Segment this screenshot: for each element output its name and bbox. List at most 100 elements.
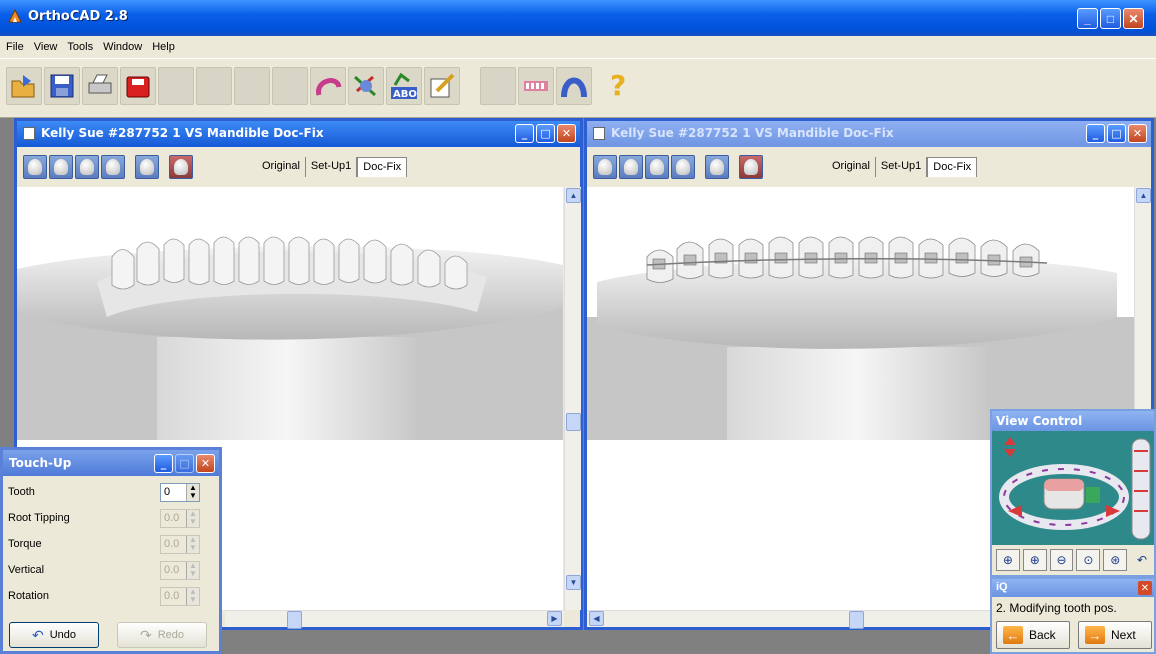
touchup-titlebar[interactable]: Touch-Up _ □ ✕ (3, 450, 219, 476)
left-close-button[interactable]: ✕ (557, 124, 576, 143)
torque-spinner[interactable]: ▲ ▼ (186, 536, 199, 553)
print-button[interactable] (82, 67, 118, 105)
right-tab-docfix[interactable]: Doc-Fix (927, 157, 978, 177)
zoom-fit-icon[interactable]: ⊙ (1076, 549, 1101, 571)
redo-button[interactable]: ↷ Redo (117, 622, 207, 648)
left-window-controls: _ □ ✕ (515, 124, 576, 143)
undo-button[interactable]: ↶ Undo (9, 622, 99, 648)
arch-tool-button[interactable] (310, 67, 346, 105)
scroll-up-arrow-icon[interactable]: ▲ (1136, 188, 1151, 203)
vertical-row: Vertical 0.0 ▲ ▼ (8, 560, 208, 582)
main-toolbar: ABO ? (0, 58, 1156, 118)
undo-view-icon[interactable]: ↶ (1130, 549, 1154, 571)
right-view-side-button[interactable] (671, 155, 695, 179)
scroll-up-arrow-icon[interactable]: ▲ (566, 188, 581, 203)
brackets-button[interactable] (518, 67, 554, 105)
right-window-title: Kelly Sue #287752 1 VS Mandible Doc-Fix (611, 126, 894, 140)
left-view-single-button[interactable] (135, 155, 159, 179)
left-view-toolbar: Original Set-Up1 Doc-Fix (17, 147, 580, 187)
scroll-right-arrow-icon[interactable]: ▶ (547, 611, 562, 626)
open-folder-icon (11, 75, 35, 98)
torque-label: Torque (8, 538, 42, 550)
iq-close-icon[interactable]: ✕ (1138, 581, 1152, 595)
menu-tools[interactable]: Tools (67, 41, 93, 53)
h-scroll-thumb[interactable] (849, 611, 864, 629)
open-button[interactable] (6, 67, 42, 105)
left-tab-docfix[interactable]: Doc-Fix (357, 157, 408, 177)
notes-button[interactable] (424, 67, 460, 105)
disabled-tool-4[interactable] (272, 67, 308, 105)
save-button[interactable] (44, 67, 80, 105)
scroll-thumb[interactable] (566, 413, 581, 431)
disabled-tool-3[interactable] (234, 67, 270, 105)
left-view-occlusal-button[interactable] (49, 155, 73, 179)
document-icon (593, 127, 605, 140)
floppy-disk-icon (50, 74, 74, 98)
right-view-layers-button[interactable] (739, 155, 763, 179)
right-tab-setup1[interactable]: Set-Up1 (876, 157, 928, 177)
right-window-titlebar[interactable]: Kelly Sue #287752 1 VS Mandible Doc-Fix … (587, 121, 1151, 147)
app-title: OrthoCAD 2.8 (28, 9, 128, 24)
menu-view[interactable]: View (34, 41, 58, 53)
left-horizontal-scrollbar[interactable]: ▶ (225, 610, 564, 629)
view-control-title[interactable]: View Control (992, 411, 1154, 431)
svg-text:ABO: ABO (393, 89, 417, 100)
right-close-button[interactable]: ✕ (1128, 124, 1147, 143)
zoom-in-icon[interactable]: ⊕ (1022, 549, 1047, 571)
next-button[interactable]: → Next (1078, 621, 1152, 649)
left-window-titlebar[interactable]: Kelly Sue #287752 1 VS Mandible Doc-Fix … (17, 121, 580, 147)
rotation-dial-icon[interactable] (992, 431, 1154, 547)
touchup-close-button[interactable]: ✕ (196, 454, 215, 473)
root-tipping-spinner[interactable]: ▲ ▼ (186, 510, 199, 527)
menu-window[interactable]: Window (103, 41, 142, 53)
disabled-tool-2[interactable] (196, 67, 232, 105)
disabled-tool-5[interactable] (480, 67, 516, 105)
left-view-side-button[interactable] (101, 155, 125, 179)
left-vertical-scrollbar[interactable]: ▲ ▼ (564, 187, 581, 610)
arch-magnet-icon (316, 78, 342, 96)
back-button[interactable]: ← Back (996, 621, 1070, 649)
right-view-front-button[interactable] (593, 155, 617, 179)
vertical-spinner[interactable]: ▲ ▼ (186, 562, 199, 579)
right-minimize-button[interactable]: _ (1086, 124, 1105, 143)
zoom-reset-icon[interactable]: ⊛ (1103, 549, 1128, 571)
right-tab-original[interactable]: Original (827, 157, 876, 177)
left-tab-original[interactable]: Original (257, 157, 306, 177)
left-view-both-button[interactable] (75, 155, 99, 179)
close-button[interactable]: ✕ (1123, 8, 1144, 29)
right-view-both-button[interactable] (645, 155, 669, 179)
tooth-analysis-button[interactable] (348, 67, 384, 105)
tooth-spinner[interactable]: ▲ ▼ (186, 484, 199, 501)
h-scroll-thumb[interactable] (287, 611, 302, 629)
right-vertical-scrollbar[interactable]: ▲ (1134, 187, 1151, 427)
tooth-grid-icon (353, 75, 377, 97)
left-minimize-button[interactable]: _ (515, 124, 534, 143)
scroll-left-arrow-icon[interactable]: ◀ (589, 611, 604, 626)
right-maximize-button[interactable]: □ (1107, 124, 1126, 143)
left-view-layers-button[interactable] (169, 155, 193, 179)
touchup-minimize-button[interactable]: _ (154, 454, 173, 473)
help-button[interactable]: ? (600, 67, 636, 105)
iq-title: iQ (992, 579, 1154, 597)
scroll-down-arrow-icon[interactable]: ▼ (566, 575, 581, 590)
printer-icon (88, 74, 112, 94)
rotation-row: Rotation 0.0 ▲ ▼ (8, 586, 208, 608)
arch-view-button[interactable] (556, 67, 592, 105)
zoom-window-icon[interactable]: ⊕ (996, 549, 1020, 571)
right-view-single-button[interactable] (705, 155, 729, 179)
left-view-front-button[interactable] (23, 155, 47, 179)
menu-file[interactable]: File (6, 41, 24, 53)
menu-help[interactable]: Help (152, 41, 175, 53)
abo-button[interactable]: ABO (386, 67, 422, 105)
minimize-button[interactable]: _ (1077, 8, 1098, 29)
disabled-tool-1[interactable] (158, 67, 194, 105)
maximize-button[interactable]: □ (1100, 8, 1121, 29)
zoom-out-icon[interactable]: ⊖ (1049, 549, 1074, 571)
right-horizontal-scrollbar[interactable]: ◀ (587, 610, 992, 629)
left-tab-setup1[interactable]: Set-Up1 (306, 157, 358, 177)
rotation-spinner[interactable]: ▲ ▼ (186, 588, 199, 605)
right-view-occlusal-button[interactable] (619, 155, 643, 179)
touchup-title: Touch-Up (9, 456, 72, 470)
left-maximize-button[interactable]: □ (536, 124, 555, 143)
export-button[interactable] (120, 67, 156, 105)
